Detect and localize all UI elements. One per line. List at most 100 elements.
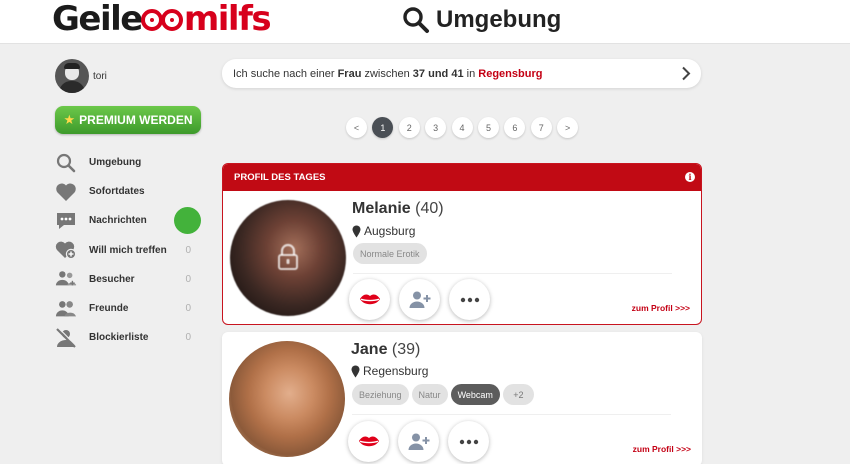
more-dots-icon (460, 297, 479, 302)
page-prev-button[interactable]: < (346, 117, 367, 138)
search-between: zwischen (364, 67, 410, 80)
kiss-button[interactable] (348, 421, 389, 462)
page-button-3[interactable]: 3 (425, 117, 447, 138)
site-logo[interactable]: Geile milfs (52, 0, 272, 38)
search-icon (403, 7, 429, 33)
profile-photo[interactable] (229, 341, 345, 457)
profile-of-day-header: PROFIL DES TAGES i (223, 164, 701, 191)
search-and: und (428, 67, 449, 80)
lock-icon (278, 243, 298, 270)
heart-plus-icon (55, 239, 77, 261)
profile-tags: Normale Erotik (353, 243, 430, 264)
sidebar-item-label: Sofortdates (89, 186, 145, 198)
sidebar-item-label: Besucher (89, 273, 135, 285)
page-button-4[interactable]: 4 (451, 117, 473, 138)
profile-city: Augsburg (364, 224, 416, 238)
search-in: in (466, 67, 476, 80)
count-badge: 0 (185, 303, 191, 315)
interest-tag: Beziehung (352, 384, 409, 405)
profile-name-line[interactable]: Jane (39) (351, 341, 420, 359)
friends-icon (55, 298, 77, 320)
user-profile[interactable]: tori (55, 59, 107, 93)
profile-photo-blurred[interactable] (230, 200, 346, 316)
sidebar-item-label: Nachrichten (89, 215, 147, 227)
sidebar-item-besucher[interactable]: Besucher 0 (55, 265, 205, 294)
sidebar-item-umgebung[interactable]: Umgebung (55, 148, 205, 177)
location-pin-icon (352, 225, 361, 237)
profile-of-day-label: PROFIL DES TAGES (234, 172, 326, 183)
page-button-7[interactable]: 7 (530, 117, 552, 138)
sidebar-item-label: Will mich treffen (89, 244, 167, 256)
more-options-button[interactable] (449, 279, 490, 320)
search-age-from: 37 (412, 67, 426, 80)
top-header: Geile milfs Umgebung (0, 0, 850, 44)
sidebar-item-blockierliste[interactable]: Blockierliste 0 (55, 323, 205, 352)
view-profile-link[interactable]: zum Profil >>> (632, 303, 690, 313)
interest-tag: Normale Erotik (353, 243, 427, 264)
profile-age: (40) (415, 200, 444, 217)
chat-icon (55, 210, 77, 232)
lips-icon (358, 436, 379, 446)
profile-age: (39) (391, 341, 421, 358)
chevron-right-icon[interactable] (681, 66, 691, 81)
pagination: < 1 2 3 4 5 6 7 > (346, 117, 584, 138)
sidebar-item-sofortdates[interactable]: Sofortdates (55, 177, 205, 206)
location-pin-icon (351, 365, 360, 377)
star-icon: ★ (63, 112, 76, 127)
lips-icon (359, 294, 380, 304)
visitors-icon (55, 268, 77, 290)
sidebar-item-nachrichten[interactable]: Nachrichten (55, 206, 205, 235)
count-badge: 0 (185, 332, 191, 344)
page-next-button[interactable]: > (557, 117, 579, 138)
profile-name[interactable]: Melanie (352, 200, 411, 217)
heart-icon (55, 181, 77, 203)
add-friend-button[interactable] (398, 421, 439, 462)
sidebar-item-freunde[interactable]: Freunde 0 (55, 294, 205, 323)
online-indicator (174, 207, 201, 235)
premium-button-label: PREMIUM WERDEN (79, 113, 193, 127)
info-icon[interactable]: i (685, 172, 695, 182)
profile-actions (348, 421, 498, 462)
avatar[interactable] (55, 59, 89, 93)
count-badge: 0 (185, 244, 191, 256)
page-title-text: Umgebung (436, 6, 562, 33)
premium-button[interactable]: ★ PREMIUM WERDEN (55, 106, 201, 134)
page-button-6[interactable]: 6 (504, 117, 526, 138)
sidebar-item-label: Umgebung (89, 157, 142, 169)
sidebar-item-label: Blockierliste (89, 332, 149, 344)
blocked-user-icon (55, 327, 77, 349)
interest-tag: Natur (411, 384, 448, 405)
divider (353, 273, 672, 274)
logo-boobs-graphic (140, 4, 185, 34)
more-options-button[interactable] (448, 421, 489, 462)
search-city: Regensburg (478, 67, 543, 80)
search-icon (55, 152, 77, 174)
divider (352, 414, 671, 415)
view-profile-link[interactable]: zum Profil >>> (633, 444, 691, 454)
sidebar-nav: Umgebung Sofortdates Nachrichten Will mi… (55, 148, 205, 352)
profile-name-line[interactable]: Melanie (40) (352, 200, 444, 218)
profile-actions (349, 279, 499, 320)
count-badge: 0 (185, 273, 191, 285)
page-button-2[interactable]: 2 (398, 117, 420, 138)
add-friend-icon (409, 291, 430, 308)
more-dots-icon (459, 439, 478, 444)
page-button-5[interactable]: 5 (477, 117, 499, 138)
more-tags-badge[interactable]: +2 (502, 384, 534, 405)
add-friend-icon (408, 433, 429, 450)
add-friend-button[interactable] (399, 279, 440, 320)
profile-name[interactable]: Jane (351, 341, 387, 358)
kiss-button[interactable] (349, 279, 390, 320)
search-gender: Frau (337, 67, 362, 80)
profile-location: Regensburg (351, 364, 428, 378)
profile-city: Regensburg (363, 364, 429, 378)
profile-tags: Beziehung Natur Webcam +2 (352, 384, 537, 405)
user-name[interactable]: tori (93, 71, 107, 82)
profile-card: Jane (39) Regensburg Beziehung Natur Web… (222, 332, 702, 464)
profile-card-featured: PROFIL DES TAGES i Melanie (40) Augsburg… (222, 163, 702, 325)
sidebar: tori ★ PREMIUM WERDEN Umgebung Sofortdat… (0, 45, 210, 464)
sidebar-item-label: Freunde (89, 303, 129, 315)
search-criteria-bar[interactable]: Ich suche nach einer Frau zwischen 37 un… (222, 59, 701, 88)
page-button-1[interactable]: 1 (372, 117, 394, 138)
sidebar-item-will-mich-treffen[interactable]: Will mich treffen 0 (55, 236, 205, 265)
